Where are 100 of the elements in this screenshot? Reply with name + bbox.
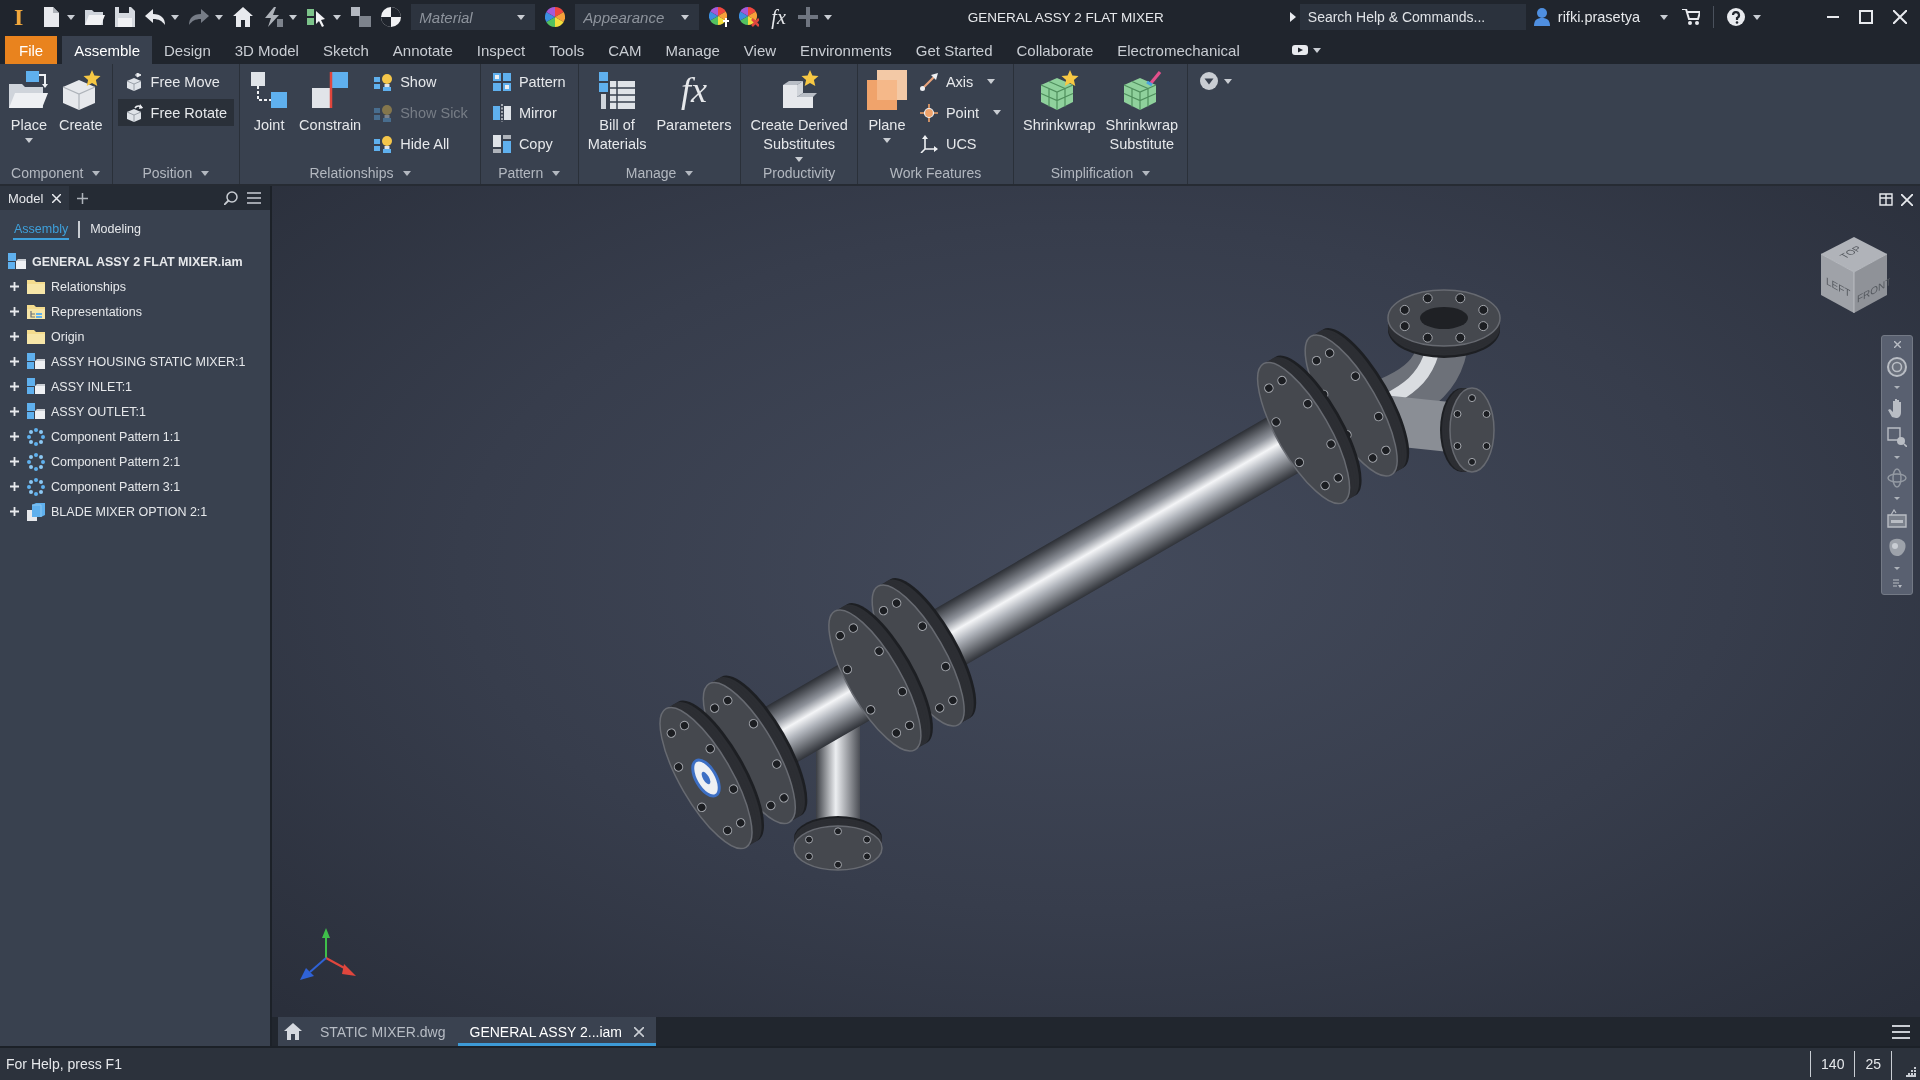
maximize-icon[interactable] [1859,10,1873,24]
ribbon-tool-button[interactable]: Shrinkwrap [1019,64,1100,135]
close-icon[interactable] [634,1026,645,1037]
ribbon-tab[interactable]: View [731,36,789,64]
tree-item[interactable]: Component Pattern 1:1 [51,429,181,444]
color-wheel-icon[interactable] [545,7,566,27]
expand-icon[interactable] [10,307,19,316]
expand-arrow-icon[interactable] [1289,12,1296,22]
new-file-icon[interactable] [41,7,62,27]
undo-icon[interactable] [145,7,166,27]
caret-icon[interactable] [1224,78,1233,84]
ribbon-tab[interactable]: Assemble [62,36,153,64]
tree-item[interactable]: ASSY HOUSING STATIC MIXER:1 [51,354,246,369]
ribbon-tool-button[interactable]: Free Move [117,66,235,97]
tree-item[interactable]: Representations [51,304,143,319]
ribbon-tab[interactable]: CAM [596,36,654,64]
tree-item[interactable]: Component Pattern 2:1 [51,454,181,469]
view-cube-face-label[interactable]: TOP [1837,244,1865,260]
ribbon-tool-button[interactable]: Bill of Materials [583,64,651,154]
expand-icon[interactable] [10,282,19,291]
circle-down-icon[interactable] [1200,72,1219,90]
ribbon-tool-button[interactable]: Copy [485,128,573,159]
redo-icon[interactable] [189,7,210,27]
ribbon-tool-button[interactable]: Hide All [367,128,475,159]
group-menu-button[interactable]: Position [117,162,235,184]
group-menu-button[interactable]: Simplification [1019,162,1183,184]
open-folder-icon[interactable] [85,7,106,27]
bolt-icon[interactable] [263,7,284,27]
ribbon-tab[interactable]: Annotate [380,36,465,64]
ribbon-tool-button[interactable]: Free Rotate [117,99,235,126]
group-menu-button[interactable]: Component [5,162,107,184]
formula-button[interactable]: fx [769,6,788,28]
ribbon-tab[interactable]: 3D Model [222,36,311,64]
material-field[interactable]: Material [411,4,536,30]
app-logo[interactable]: I [14,5,24,29]
tree-item[interactable]: Origin [51,329,85,344]
view-cube[interactable] [1820,237,1888,314]
menu-icon[interactable] [1892,1024,1910,1039]
ribbon-tool-button[interactable]: Mirror [485,97,573,128]
caret-icon[interactable] [1753,14,1761,20]
save-icon[interactable] [115,7,136,27]
list-caret-icon[interactable] [1892,579,1902,588]
cart-icon[interactable] [1682,9,1700,25]
ribbon-tool-button[interactable]: Show [367,66,475,97]
expand-icon[interactable] [10,507,19,516]
caret-icon[interactable] [333,14,342,20]
expand-icon[interactable] [10,357,19,366]
resize-grip-icon[interactable] [1906,1067,1916,1077]
search-field[interactable]: Search Help & Commands... [1299,4,1526,30]
ribbon-tab[interactable]: Environments [788,36,904,64]
group-menu-button[interactable]: Relationships [245,162,475,184]
split-view-icon[interactable] [1879,193,1893,206]
caret-icon[interactable] [215,14,224,20]
ribbon-tool-button[interactable]: Axis [912,66,1008,97]
help-icon[interactable] [1727,8,1745,26]
expand-icon[interactable] [10,457,19,466]
caret-icon[interactable] [67,14,76,20]
ribbon-tool-button[interactable]: Shrinkwrap Substitute [1101,64,1183,154]
tree-item[interactable]: BLADE MIXER OPTION 2:1 [51,504,208,519]
ribbon-tab[interactable]: Get Started [903,36,1005,64]
ribbon-tool-button[interactable]: Create [55,64,107,135]
expand-icon[interactable] [10,382,19,391]
screen-icon[interactable] [1887,509,1907,529]
ribbon-tool-button[interactable]: Constrain [295,64,366,135]
expand-icon[interactable] [10,482,19,491]
tree-item[interactable]: ASSY INLET:1 [51,379,133,394]
ribbon-tab[interactable]: Manage [653,36,732,64]
caret-icon[interactable] [289,14,298,20]
group-menu-button[interactable]: Manage [583,162,736,184]
expand-icon[interactable] [10,407,19,416]
search-icon[interactable] [224,191,238,205]
expand-icon[interactable] [10,332,19,341]
ribbon-tool-button[interactable]: Create Derived Substitutes [746,64,852,162]
blob-icon[interactable] [1887,538,1907,558]
ribbon-tab[interactable]: Electromechanical [1105,36,1252,64]
ribbon-tab[interactable]: Collaborate [1004,36,1106,64]
tree-item[interactable]: GENERAL ASSY 2 FLAT MIXER.iam [32,254,243,269]
blocks-icon[interactable] [351,7,372,27]
expand-icon[interactable] [10,432,19,441]
tree-item[interactable]: Component Pattern 3:1 [51,479,181,494]
concentric-circles-icon[interactable] [1887,357,1907,377]
tree-item[interactable]: Relationships [51,279,127,294]
color-ball-plus-icon[interactable] [709,7,730,27]
browser-tab[interactable]: Model [0,186,70,210]
ribbon-tool-button[interactable]: Point [912,97,1008,128]
document-tab[interactable]: STATIC MIXER.dwg [308,1017,458,1046]
tree-item[interactable]: ASSY OUTLET:1 [51,404,146,419]
caret-icon[interactable] [1312,47,1321,53]
ribbon-tool-button[interactable]: UCS [912,128,1008,159]
home-icon[interactable] [284,1023,302,1040]
ribbon-tab[interactable]: Tools [537,36,597,64]
ribbon-tab[interactable]: Sketch [310,36,381,64]
group-menu-button[interactable]: Pattern [485,162,573,184]
caret-icon[interactable] [823,14,832,20]
checkered-sphere-icon[interactable] [381,7,402,27]
ribbon-tool-button[interactable]: Pattern [485,66,573,97]
appearance-field[interactable]: Appearance [575,4,700,30]
plus-icon[interactable] [77,192,89,204]
ribbon-tool-button[interactable]: Joint [245,64,294,135]
mode-tab[interactable]: Assembly [13,218,70,240]
